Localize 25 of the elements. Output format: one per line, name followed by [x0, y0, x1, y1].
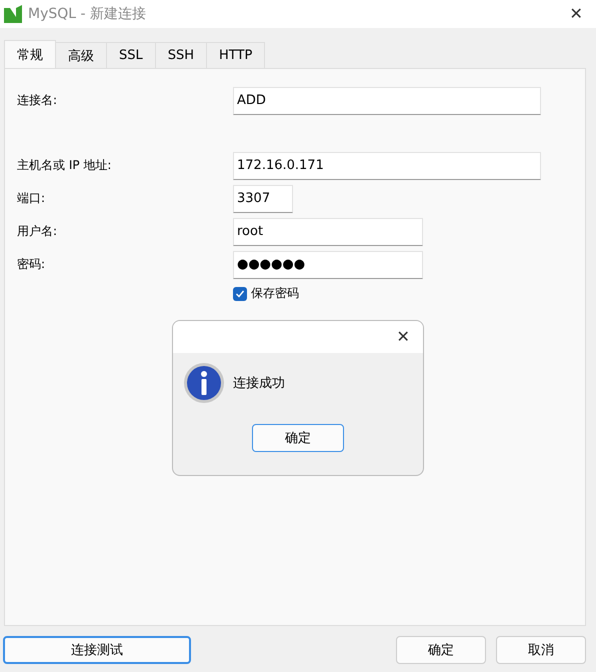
check-icon [235, 288, 245, 298]
input-field[interactable]: 3307 [233, 184, 293, 212]
field-label: 主机名或 IP 地址: [16, 157, 112, 174]
app-logo-icon [4, 5, 22, 23]
input-field[interactable]: ●●●●●● [233, 250, 423, 278]
input-field[interactable]: 172.16.0.171 [233, 152, 541, 180]
ok-button[interactable]: 确定 [252, 424, 344, 452]
tab[interactable]: 常规 [4, 40, 56, 68]
input-field[interactable]: ADD [233, 86, 541, 114]
ok-button[interactable]: 确定 [396, 636, 486, 664]
window-title: MySQL - 新建连接 [28, 5, 148, 23]
cancel-button[interactable]: 取消 [496, 636, 586, 664]
input-field[interactable]: root [233, 218, 423, 246]
checkbox-label: 保存密码 [251, 285, 299, 302]
field-label: 连接名: [16, 92, 58, 109]
field-label: 端口: [16, 190, 46, 207]
close-button[interactable]: ✕ [556, 0, 596, 28]
field-label: 密码: [16, 256, 46, 273]
tab[interactable]: HTTP [206, 42, 266, 68]
info-icon [183, 362, 225, 404]
checkbox[interactable] [233, 286, 247, 300]
close-button[interactable]: ✕ [383, 321, 423, 353]
field-label: 用户名: [16, 223, 58, 240]
dialog-message: 连接成功 [233, 375, 285, 392]
test-connection-button[interactable]: 连接测试 [3, 636, 191, 664]
